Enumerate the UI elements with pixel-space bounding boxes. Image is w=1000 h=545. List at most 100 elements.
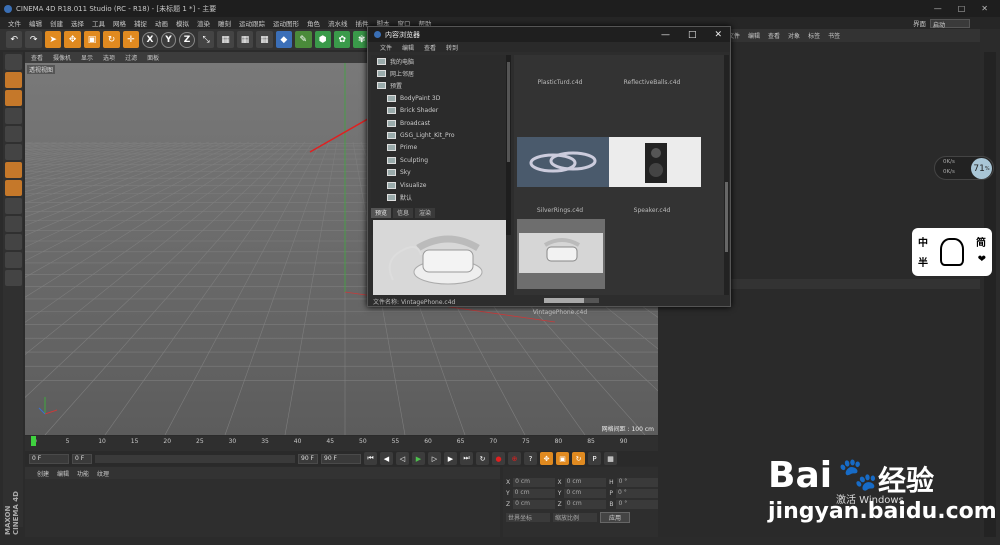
menu-item[interactable]: 动画 [155, 18, 168, 28]
coord-field[interactable]: 0 cm [513, 478, 555, 487]
undo-icon[interactable]: ↶ [6, 31, 23, 48]
thumbnail-scroll-thumb[interactable] [725, 182, 728, 252]
move-icon[interactable]: ✥ [64, 31, 81, 48]
subdivision-icon[interactable]: ⬢ [314, 31, 331, 48]
dialog-menu-item[interactable]: 文件 [380, 43, 392, 52]
material-menu-item[interactable]: 创建 [37, 469, 49, 478]
preview-tab[interactable]: 信息 [393, 208, 414, 218]
maximize-button[interactable]: □ [958, 4, 966, 13]
range-slider[interactable] [95, 454, 295, 463]
layout-select[interactable]: 启动 [930, 18, 970, 29]
cube-icon[interactable]: ◆ [275, 31, 293, 48]
tree-item[interactable]: 网上邻居 [371, 67, 511, 79]
tree-item[interactable]: Sky [371, 167, 511, 179]
render-settings-icon[interactable]: ▦ [256, 31, 273, 48]
material-menu-item[interactable]: 功能 [77, 469, 89, 478]
render-view-icon[interactable]: ▦ [217, 31, 234, 48]
tree-scroll-thumb[interactable] [507, 62, 510, 162]
menu-item[interactable]: 网格 [113, 18, 126, 28]
preview-tab[interactable]: 预览 [371, 208, 392, 218]
points-mode-icon[interactable] [4, 126, 22, 142]
coord-field[interactable]: 0 cm [564, 500, 607, 509]
tree-item[interactable]: Sculpting [371, 154, 511, 166]
menu-item[interactable]: 模拟 [176, 18, 189, 28]
object-menu-item[interactable]: 标签 [808, 31, 820, 40]
menu-item[interactable]: 运动跟踪 [239, 18, 265, 28]
snap-icon[interactable] [4, 216, 22, 232]
menu-item[interactable]: 捕捉 [134, 18, 147, 28]
scale-icon[interactable]: ▣ [83, 31, 101, 48]
material-menu-item[interactable]: 纹理 [97, 469, 109, 478]
menu-item[interactable]: 选择 [71, 18, 84, 28]
live-select-icon[interactable]: ✛ [122, 31, 140, 48]
thumbnail-label[interactable]: ReflectiveBalls.c4d [606, 79, 698, 86]
dialog-menu-item[interactable]: 查看 [424, 43, 436, 52]
menu-item[interactable]: 角色 [307, 18, 320, 28]
goto-start-icon[interactable]: ⏮ [364, 452, 377, 465]
silver-rings-thumbnail[interactable] [517, 137, 609, 187]
coord-field[interactable]: 0 ° [616, 478, 658, 487]
preview-tab[interactable]: 渲染 [415, 208, 436, 218]
make-editable-icon[interactable] [4, 54, 22, 70]
start-frame-field[interactable]: 0 F [29, 453, 69, 464]
goto-end-icon[interactable]: ⏭ [460, 452, 473, 465]
loop-icon[interactable]: ↻ [476, 452, 489, 465]
viewport-menu-item[interactable]: 摄像机 [53, 53, 71, 62]
thumbnail-label[interactable]: VintagePhone.c4d [514, 309, 606, 316]
apply-button[interactable]: 应用 [600, 512, 631, 523]
rotate-icon[interactable]: ↻ [103, 31, 120, 48]
dialog-menu-item[interactable]: 编辑 [402, 43, 414, 52]
y-axis-icon[interactable]: Y [160, 31, 177, 48]
lock-workplane-icon[interactable] [4, 234, 22, 250]
side-tabs[interactable] [984, 52, 996, 537]
menu-item[interactable]: 编辑 [29, 18, 42, 28]
menu-item[interactable]: 创建 [50, 18, 63, 28]
close-button[interactable]: ✕ [981, 4, 988, 13]
tree-item[interactable]: 默认 [371, 191, 511, 203]
timeline[interactable]: 051015202530354045505560657075808590 [25, 436, 658, 451]
object-menu-item[interactable]: 书签 [828, 31, 840, 40]
viewport-menu-item[interactable]: 显示 [81, 53, 93, 62]
coord-field[interactable]: 0 cm [512, 489, 555, 498]
x-axis-icon[interactable]: X [142, 31, 158, 48]
next-key-icon[interactable]: ▶ [444, 452, 457, 465]
viewport-menu-item[interactable]: 面板 [147, 53, 159, 62]
menu-item[interactable]: 渲染 [197, 18, 210, 28]
minimize-button[interactable]: — [934, 4, 942, 13]
tree-item[interactable]: Prime [371, 142, 511, 154]
dialog-maximize-button[interactable]: □ [688, 30, 697, 40]
speaker-thumbnail[interactable] [609, 137, 701, 187]
material-menu-item[interactable]: 编辑 [57, 469, 69, 478]
menu-item[interactable]: 工具 [92, 18, 105, 28]
viewport-menu-item[interactable]: 选项 [103, 53, 115, 62]
menu-item[interactable]: 文件 [8, 18, 21, 28]
key-param-icon[interactable]: P [588, 452, 601, 465]
coord-mode-select[interactable]: 世界坐标 [506, 513, 550, 522]
select-arrow-icon[interactable]: ➤ [44, 31, 62, 48]
key-scale-icon[interactable]: ▣ [556, 452, 569, 465]
coord-system-icon[interactable]: ⤡ [197, 31, 215, 48]
object-menu-item[interactable]: 查看 [768, 31, 780, 40]
tree-item[interactable]: BodyPaint 3D [371, 92, 511, 104]
dialog-menu-item[interactable]: 转到 [446, 43, 458, 52]
render-picture-viewer-icon[interactable]: ▦ [236, 31, 254, 48]
axis-mode-icon[interactable] [4, 180, 22, 196]
cloner-icon[interactable]: ✿ [333, 31, 351, 48]
coord-field[interactable]: 0 ° [616, 489, 659, 498]
menu-item[interactable]: 流水线 [328, 18, 348, 28]
menu-item[interactable]: 运动图形 [273, 18, 299, 28]
playhead[interactable] [31, 436, 36, 446]
workplane-icon[interactable] [4, 108, 22, 124]
redo-icon[interactable]: ↷ [25, 31, 42, 48]
viewport-menu-item[interactable]: 查看 [31, 53, 43, 62]
menu-item[interactable]: 雕刻 [218, 18, 231, 28]
coord-field[interactable]: 0 cm [564, 478, 607, 487]
prev-frame-icon[interactable]: ◁ [396, 452, 409, 465]
thumbnail-label[interactable]: PlasticTurd.c4d [514, 79, 606, 86]
texture-mode-icon[interactable] [4, 90, 22, 106]
tree-item[interactable]: Brick Shader [371, 105, 511, 117]
current-frame-field[interactable]: 0 F [72, 453, 92, 464]
thumbnail-label[interactable]: Speaker.c4d [606, 207, 698, 214]
coord-field[interactable]: 0 ° [616, 500, 659, 509]
tree-item[interactable]: Visualize [371, 179, 511, 191]
